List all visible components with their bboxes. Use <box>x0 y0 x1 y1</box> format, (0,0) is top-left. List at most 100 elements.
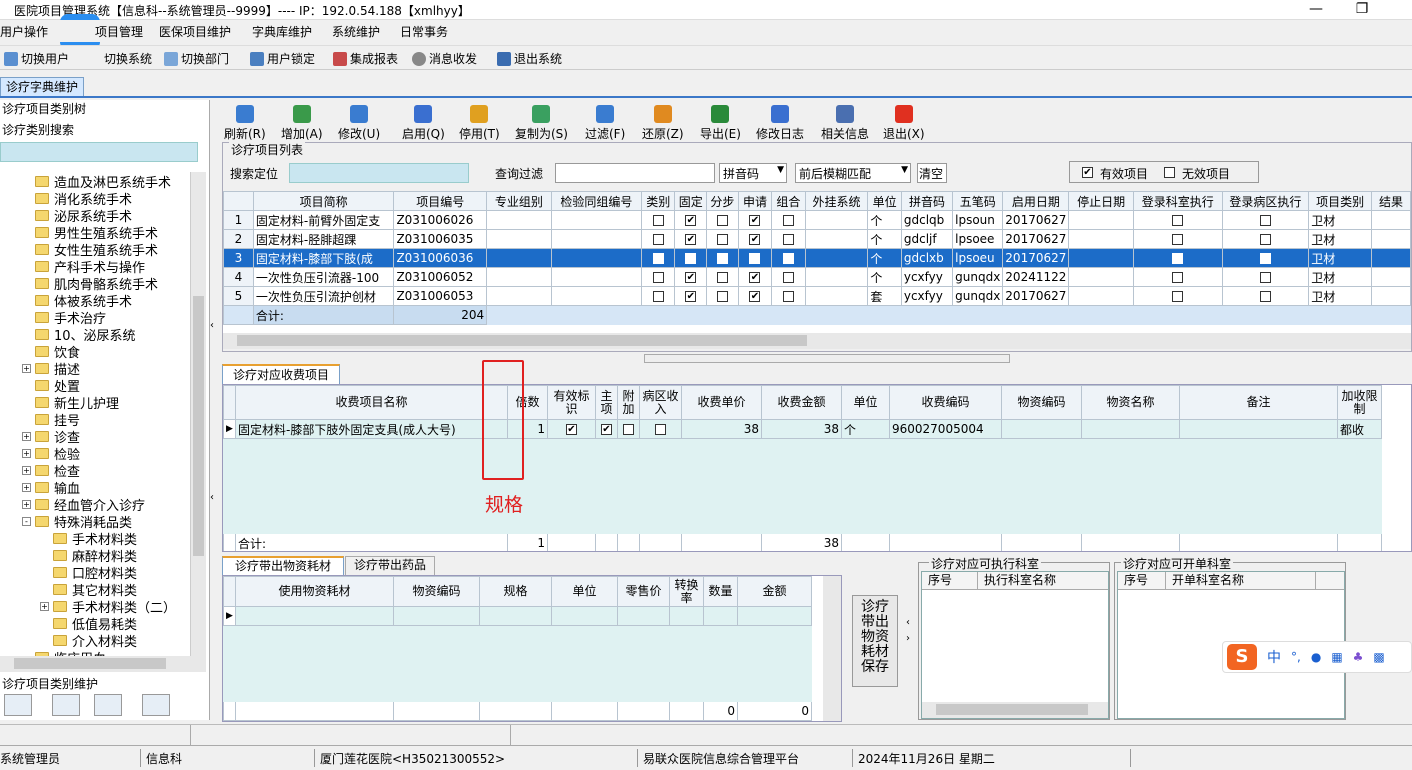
save-material-button[interactable]: 诊疗带出物资耗材保存 <box>852 595 898 687</box>
checkbox[interactable] <box>655 424 666 435</box>
checkbox[interactable] <box>1172 215 1184 226</box>
fee-column-header[interactable]: 收费金额 <box>761 385 842 420</box>
tree-vscrollbar[interactable] <box>190 172 206 656</box>
ime-punct-icon[interactable]: °, <box>1291 650 1301 664</box>
material-column-header[interactable]: 使用物资耗材 <box>235 576 394 607</box>
grid-menu-icon[interactable]: ▩ <box>1373 650 1384 664</box>
restore-button[interactable]: ❐ <box>1342 0 1382 20</box>
material-column-header[interactable]: 物资编码 <box>393 576 480 607</box>
filter-button[interactable]: 过滤(F) <box>585 105 625 142</box>
tab-dict-maint[interactable]: 诊疗字典维护 <box>0 77 84 97</box>
checkbox[interactable]: ✔ <box>749 291 761 302</box>
table-row[interactable]: 1 固定材料-前臂外固定支 Z031006026 ✔ ✔ 个 gdclqb lpsoun 201… <box>223 210 1411 230</box>
message-button[interactable]: 消息收发 <box>412 50 477 67</box>
checkbox[interactable] <box>1172 272 1184 283</box>
column-header[interactable]: 外挂系统 <box>804 191 869 211</box>
checkbox[interactable] <box>1172 234 1184 245</box>
related-info-button[interactable]: 相关信息 <box>821 105 869 142</box>
switch-system-button[interactable]: 切换系统 <box>104 50 152 67</box>
cat-refresh-button[interactable] <box>4 694 32 716</box>
checkbox[interactable] <box>652 215 664 226</box>
fee-column-header[interactable]: 单位 <box>841 385 890 420</box>
minimize-button[interactable]: — <box>1296 0 1336 20</box>
menu-daily[interactable]: 日常事务 <box>400 23 448 40</box>
checkbox[interactable] <box>782 253 794 264</box>
material-column-header[interactable]: 零售价 <box>617 576 670 607</box>
fee-column-header[interactable]: 加收限制 <box>1337 385 1382 420</box>
expand-icon[interactable]: + <box>40 602 49 611</box>
tab-material[interactable]: 诊疗带出物资耗材 <box>222 556 344 575</box>
material-column-header[interactable]: 数量 <box>703 576 738 607</box>
fee-column-header[interactable]: 有效标识 <box>547 385 596 420</box>
column-header[interactable]: 停止日期 <box>1068 191 1134 211</box>
tree-scroll-thumb[interactable] <box>193 296 204 556</box>
collapse-icon[interactable]: - <box>22 517 31 526</box>
fee-row[interactable]: ▶ 固定材料-膝部下肢外固定支具(成人大号) 1 ✔ ✔ 38 38 个 96002700500… <box>223 419 1382 439</box>
checkbox[interactable] <box>716 272 728 283</box>
checkbox[interactable] <box>652 291 664 302</box>
material-column-header[interactable]: 规格 <box>479 576 552 607</box>
column-header[interactable]: 登录病区执行 <box>1221 191 1310 211</box>
checkbox[interactable] <box>652 272 664 283</box>
match-select[interactable]: 前后模糊匹配 ▼ <box>795 163 911 183</box>
column-header[interactable]: 拼音码 <box>900 191 954 211</box>
expand-icon[interactable]: + <box>22 500 31 509</box>
switch-dept-button[interactable]: 切换部门 <box>164 50 229 67</box>
checkbox[interactable] <box>716 253 728 264</box>
collapse-left-icon-2[interactable]: ‹ <box>210 492 220 512</box>
export-button[interactable]: 导出(E) <box>700 105 741 142</box>
sogou-logo-icon[interactable]: S <box>1227 644 1257 670</box>
list-hscrollbar[interactable] <box>223 333 1411 349</box>
checkbox[interactable] <box>782 291 794 302</box>
material-column-header[interactable]: 单位 <box>551 576 618 607</box>
column-header[interactable]: 申请 <box>737 191 773 211</box>
lock-user-button[interactable]: 用户锁定 <box>250 50 315 67</box>
checkbox[interactable] <box>716 234 728 245</box>
table-row[interactable]: 5 一次性负压引流护创材 Z031006053 ✔ ✔ 套 ycxfyy gunqdx 2017… <box>223 286 1411 306</box>
checkbox[interactable] <box>623 424 634 435</box>
checkbox[interactable]: ✔ <box>749 215 761 226</box>
checkbox[interactable]: ✔ <box>749 253 761 264</box>
checkbox[interactable]: ✔ <box>685 291 697 302</box>
checkbox[interactable] <box>716 215 728 226</box>
column-header[interactable]: 启用日期 <box>1002 191 1070 211</box>
tab-fee-items[interactable]: 诊疗对应收费项目 <box>222 364 340 384</box>
switch-user-button[interactable]: 切换用户 <box>4 50 69 67</box>
checkbox[interactable] <box>782 272 794 283</box>
exit-system-button[interactable]: 退出系统 <box>497 50 562 67</box>
menu-user-ops[interactable]: 用户操作 <box>0 23 48 40</box>
checkbox[interactable]: ✔ <box>601 424 612 435</box>
copy-as-button[interactable]: 复制为(S) <box>515 105 568 142</box>
column-header[interactable]: 检验同组编号 <box>550 191 643 211</box>
refresh-button[interactable]: 刷新(R) <box>224 105 266 142</box>
column-header[interactable]: 固定 <box>674 191 708 211</box>
checkbox[interactable]: ✔ <box>685 215 697 226</box>
menu-project-mgmt[interactable]: 项目管理 <box>95 23 143 40</box>
edit-button[interactable]: 修改(U) <box>338 105 380 142</box>
column-header[interactable]: 项目类别 <box>1308 191 1373 211</box>
checkbox[interactable]: ✔ <box>685 234 697 245</box>
column-header[interactable]: 项目简称 <box>252 191 395 211</box>
checkbox[interactable] <box>1172 253 1184 264</box>
column-header[interactable]: 结果 <box>1371 191 1411 211</box>
expand-icon[interactable]: + <box>22 449 31 458</box>
collapse-left-icon[interactable]: ‹ <box>210 320 220 340</box>
material-column-header[interactable]: 金额 <box>737 576 812 607</box>
category-tree[interactable]: 造血及淋巴系统手术 消化系统手术 泌尿系统手术 男性生殖系统手术 女性生殖系统手术 产科手… <box>0 172 190 732</box>
list-hscroll-thumb[interactable] <box>237 335 807 346</box>
column-header[interactable]: 类别 <box>641 191 676 211</box>
expand-icon[interactable]: + <box>22 364 31 373</box>
column-header[interactable]: 项目编号 <box>393 191 488 211</box>
expand-icon[interactable]: + <box>22 432 31 441</box>
invalid-checkbox[interactable] <box>1164 167 1175 178</box>
report-button[interactable]: 集成报表 <box>333 50 398 67</box>
table-row[interactable]: 2 固定材料-胫腓超踝 Z031006035 ✔ ✔ 个 gdcljf lpsoee 20170… <box>223 229 1411 249</box>
microphone-icon[interactable]: ● <box>1311 650 1321 664</box>
tree-hscroll-thumb[interactable] <box>14 658 166 669</box>
exec-dept-list[interactable]: 序号 执行科室名称 <box>921 571 1109 719</box>
tree-hscrollbar[interactable] <box>0 656 206 672</box>
fee-column-header[interactable]: 物资编码 <box>1001 385 1082 420</box>
column-header[interactable]: 分步 <box>706 191 739 211</box>
fee-column-header[interactable]: 主项 <box>595 385 618 420</box>
cat-add-button[interactable] <box>52 694 80 716</box>
